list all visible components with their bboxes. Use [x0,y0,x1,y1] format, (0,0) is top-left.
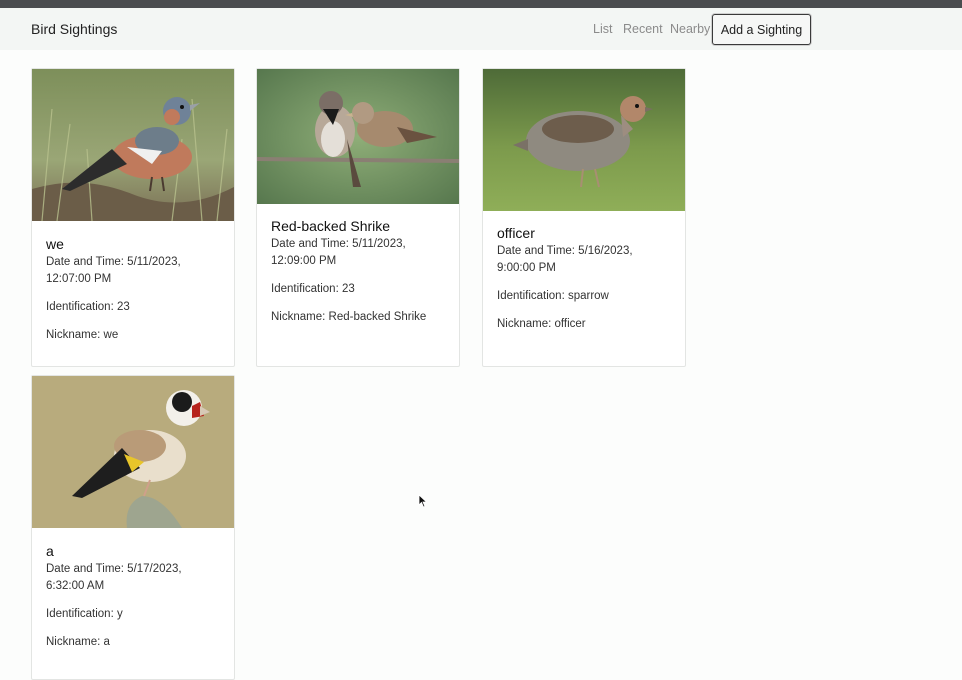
nickname-text: Nickname: Red-backed Shrike [271,311,427,323]
datetime-line: Date and Time: 5/11/2023, [271,238,406,250]
sighting-card[interactable]: officer Date and Time: 5/16/2023, 9:00:0… [482,68,686,367]
mouse-cursor-icon [418,494,428,508]
card-title: a [46,543,54,559]
nickname-text: Nickname: officer [497,318,586,330]
nav-link-recent[interactable]: Recent [623,22,663,36]
nav-link-nearby[interactable]: Nearby [670,22,710,36]
nav-link-list[interactable]: List [593,22,612,36]
add-sighting-button[interactable]: Add a Sighting [712,14,811,45]
brand-title[interactable]: Bird Sightings [31,21,117,37]
sighting-card[interactable]: a Date and Time: 5/17/2023, 6:32:00 AM I… [31,375,235,680]
sparrows-photo [257,69,459,204]
partridge-photo [483,69,685,211]
identification-text: Identification: 23 [46,301,130,313]
card-title: officer [497,225,535,241]
datetime-line-2: 12:07:00 PM [46,273,112,285]
card-title: we [46,236,64,252]
datetime-line-2: 12:09:00 PM [271,255,337,267]
sighting-card[interactable]: we Date and Time: 5/11/2023, 12:07:00 PM… [31,68,235,367]
identification-text: Identification: sparrow [497,290,609,302]
chaffinch-photo [32,69,234,221]
goldfinch-photo [32,376,234,528]
card-title: Red-backed Shrike [271,218,391,234]
datetime-line: Date and Time: 5/16/2023, [497,245,633,257]
nickname-text: Nickname: a [46,636,110,648]
datetime-line: Date and Time: 5/11/2023, [46,256,181,268]
identification-text: Identification: 23 [271,283,355,295]
browser-top-strip [0,0,962,8]
datetime-line-2: 9:00:00 PM [497,262,556,274]
sighting-card[interactable]: Red-backed Shrike Date and Time: 5/11/20… [256,68,460,367]
navbar: Bird Sightings List Recent Nearby Add a … [0,8,962,50]
nickname-text: Nickname: we [46,329,119,341]
identification-text: Identification: y [46,608,123,620]
datetime-line-2: 6:32:00 AM [46,580,105,592]
datetime-line: Date and Time: 5/17/2023, [46,563,182,575]
